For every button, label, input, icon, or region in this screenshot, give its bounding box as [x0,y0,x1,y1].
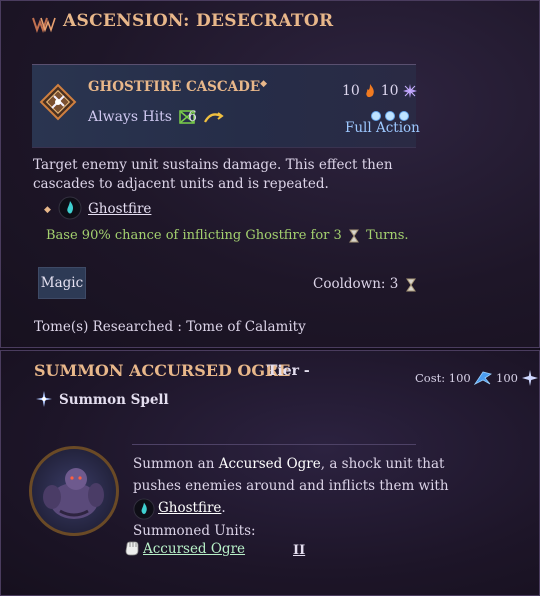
range-arc-icon [204,112,225,123]
spell-title: SUMMON ACCURSED OGRE [34,361,291,380]
ghostfire-cascade-icon [39,83,77,121]
diamond-bullet-icon: ◆ [260,79,268,89]
ghostfire-status-icon [58,196,82,220]
ability-name: GHOSTFIRE CASCADE◆ [88,79,268,95]
status-effect-chance: Base 90% chance of inflicting Ghostfire … [46,228,409,243]
ghostfire-status-icon [133,497,155,520]
panel-title: ASCENSION: DESECRATOR [63,11,334,31]
hourglass-icon [405,278,416,291]
spell-type: Summon Spell [59,392,169,408]
spell-description: Summon an Accursed Ogre, a shock unit th… [133,456,449,539]
divider [132,444,416,445]
fire-cost-icon [366,84,375,98]
mana-cost-icon [403,84,418,98]
unit-tier-badge: II [293,543,306,558]
ability-costs: 10 10 [342,83,418,99]
ability-description: Target enemy unit sustains damage. This … [33,157,393,192]
spell-cost: Cost: 100 100 [415,370,538,386]
range-indicator: 6 [188,109,225,125]
summoned-unit-link[interactable]: Accursed Ogre [143,541,245,557]
desecrator-emblem-icon [32,17,56,33]
accuracy-indicator: Always Hits [88,109,196,125]
accursed-ogre-portrait [29,446,119,536]
magic-tag: Magic [38,267,86,299]
ghostfire-link[interactable]: Ghostfire [158,500,221,516]
fist-icon [125,541,139,556]
mana-cost-icon [521,370,538,386]
summon-spell-icon [36,391,52,407]
action-type: Full Action [345,120,420,136]
cooldown-indicator: Cooldown: 3 [313,276,419,292]
hourglass-icon [348,229,359,242]
tomes-researched: Tome(s) Researched : Tome of Calamity [34,319,306,335]
ogre-figure-icon [43,468,104,519]
diamond-bullet-icon: ◆ [44,205,51,215]
imperium-cost-icon [474,371,493,386]
ghostfire-link[interactable]: Ghostfire [88,201,151,217]
spell-tier: Tier - [267,363,310,379]
